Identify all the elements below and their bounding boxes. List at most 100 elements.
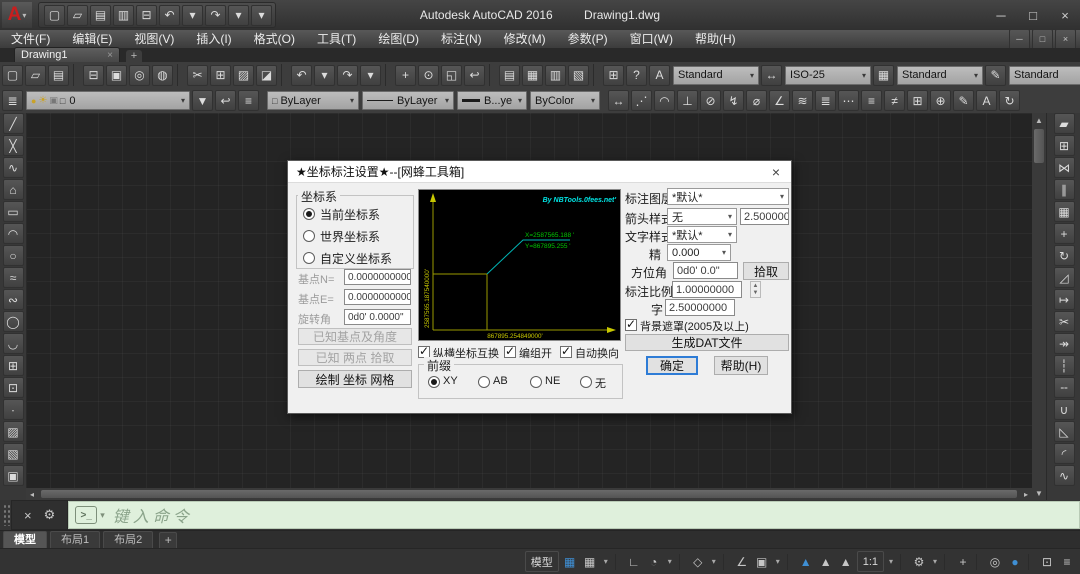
paste-icon[interactable]: ▨ [233,65,254,86]
ellipse-icon[interactable]: ◯ [3,311,24,332]
hatch-icon[interactable]: ▨ [3,421,24,442]
tab-model[interactable]: 模型 [3,531,47,549]
designcenter-icon[interactable]: ▦ [522,65,543,86]
plot-icon[interactable]: ⊟ [83,65,104,86]
move-icon[interactable]: + [1054,223,1075,244]
snap-mode-icon[interactable]: ▦ [581,551,599,572]
undo-dropdown-icon[interactable]: ▾ [182,5,203,26]
erase-icon[interactable]: ▰ [1054,113,1075,134]
new-layout-icon[interactable]: + [159,532,177,548]
circle-icon[interactable]: ○ [3,245,24,266]
point-icon[interactable]: ∙ [3,399,24,420]
save-as-icon[interactable]: ▥ [113,5,134,26]
aligned-dimension-icon[interactable]: ⋰ [631,90,652,111]
radio-world-ucs[interactable] [303,230,315,242]
join-icon[interactable]: ∪ [1054,399,1075,420]
polar-dropdown-icon[interactable]: ▾ [665,551,675,572]
radio-current-ucs[interactable] [303,208,315,220]
stretch-icon[interactable]: ↦ [1054,289,1075,310]
spline-icon[interactable]: ∾ [3,289,24,310]
scroll-down-icon[interactable]: ▼ [1035,486,1043,500]
auto-flip-checkbox[interactable] [560,346,572,358]
help-button[interactable]: 帮助(H) [714,356,768,375]
azimuth-input[interactable]: 0d0' 0.0" [673,262,738,279]
char-height-input[interactable]: 2.50000000 [665,299,735,316]
menu-tools[interactable]: 工具(T) [306,30,367,48]
object-snap-tracking-icon[interactable]: ∠ [733,551,751,572]
tool-palettes-icon[interactable]: ▥ [545,65,566,86]
object-snap-icon[interactable]: ▣ [753,551,771,572]
dimension-edit-icon[interactable]: ✎ [953,90,974,111]
arc-length-dimension-icon[interactable]: ◠ [654,90,675,111]
command-prompt-icon[interactable]: >_ [75,506,97,524]
customization-menu-icon[interactable]: ≡ [1058,551,1076,572]
horizontal-scrollbar[interactable]: ◂ ▸ [26,488,1032,500]
mirror-icon[interactable]: ⋈ [1054,157,1075,178]
dialog-close-icon[interactable]: × [761,164,791,180]
doc-restore-icon[interactable]: □ [1032,29,1053,50]
radius-dimension-icon[interactable]: ⊘ [700,90,721,111]
new-file-icon[interactable]: ▢ [2,65,23,86]
plot-preview-icon[interactable]: ▣ [106,65,127,86]
menu-edit[interactable]: 编辑(E) [61,30,123,48]
cut-icon[interactable]: ✂ [187,65,208,86]
angular-dimension-icon[interactable]: ∠ [769,90,790,111]
object-color-combo[interactable]: □ ByLayer ▾ [267,91,359,110]
dimension-style-icon[interactable]: ↔ [761,65,782,86]
menu-view[interactable]: 视图(V) [123,30,185,48]
annotation-scale-icon[interactable]: ▲ [837,551,855,572]
radio-prefix-ne[interactable] [530,376,542,388]
copy-icon[interactable]: ⊞ [1054,135,1075,156]
publish-icon[interactable]: ◎ [129,65,150,86]
extend-icon[interactable]: ↠ [1054,333,1075,354]
scale-spinner[interactable]: ▲▼ [750,281,761,298]
background-mask-checkbox[interactable] [625,319,637,331]
properties-palette-icon[interactable]: ▤ [499,65,520,86]
radio-prefix-ab[interactable] [478,376,490,388]
maximize-window-icon[interactable]: □ [1018,5,1048,26]
diameter-dimension-icon[interactable]: ⌀ [746,90,767,111]
dimension-style-combo[interactable]: ISO-25▾ [785,66,871,85]
polar-tracking-icon[interactable]: ◔ [645,551,663,572]
save-file-icon[interactable]: ▤ [48,65,69,86]
pick-azimuth-button[interactable]: 拾取 [743,262,789,280]
group-on-checkbox[interactable] [504,346,516,358]
vertical-scrollbar[interactable]: ▲ ▼ [1032,113,1046,500]
polyline-icon[interactable]: ∿ [3,157,24,178]
isodraft-dropdown-icon[interactable]: ▾ [709,551,719,572]
construction-line-icon[interactable]: ╳ [3,135,24,156]
new-drawing-tab-icon[interactable]: + [126,50,142,62]
multileader-style-combo[interactable]: Standard▾ [1009,66,1080,85]
quickcalc-icon[interactable]: ⊞ [603,65,624,86]
command-input[interactable]: >_ ▾ 键入命令 [68,501,1080,529]
base-e-input[interactable]: 0.000000000000 [344,289,411,305]
array-icon[interactable]: ▦ [1054,201,1075,222]
layer-properties-manager-icon[interactable]: ≣ [2,90,23,111]
workspace-dropdown-icon[interactable]: ▾ [930,551,940,572]
arrow-size-input[interactable]: 2.5000000 [740,208,789,225]
scroll-up-icon[interactable]: ▲ [1035,113,1043,127]
close-commandline-icon[interactable]: × [18,508,38,523]
isolate-objects-icon[interactable]: ◎ [986,551,1004,572]
menu-dimension[interactable]: 标注(N) [430,30,493,48]
quick-dimension-icon[interactable]: ≋ [792,90,813,111]
copy-clip-icon[interactable]: ⊞ [210,65,231,86]
horizontal-scroll-thumb[interactable] [41,490,1017,498]
lineweight-combo[interactable]: B...ye ▾ [457,91,527,110]
undo-icon[interactable]: ↶ [159,5,180,26]
radio-prefix-xy[interactable] [428,376,440,388]
undo-dropdown-icon[interactable]: ▾ [314,65,335,86]
tolerance-icon[interactable]: ⊞ [907,90,928,111]
linetype-combo[interactable]: ByLayer ▾ [362,91,454,110]
ordinate-dimension-icon[interactable]: ⊥ [677,90,698,111]
minimize-window-icon[interactable]: ─ [986,5,1016,26]
dimension-break-icon[interactable]: ≠ [884,90,905,111]
graphics-performance-icon[interactable]: ● [1006,551,1024,572]
menu-format[interactable]: 格式(O) [243,30,306,48]
application-menu-button[interactable]: A▾ [2,2,32,28]
text-style-combo[interactable]: Standard▾ [673,66,759,85]
precision-combo[interactable]: 0.000▾ [667,244,731,261]
table-style-icon[interactable]: ▦ [873,65,894,86]
close-window-icon[interactable]: × [1050,5,1080,26]
line-icon[interactable]: ╱ [3,113,24,134]
